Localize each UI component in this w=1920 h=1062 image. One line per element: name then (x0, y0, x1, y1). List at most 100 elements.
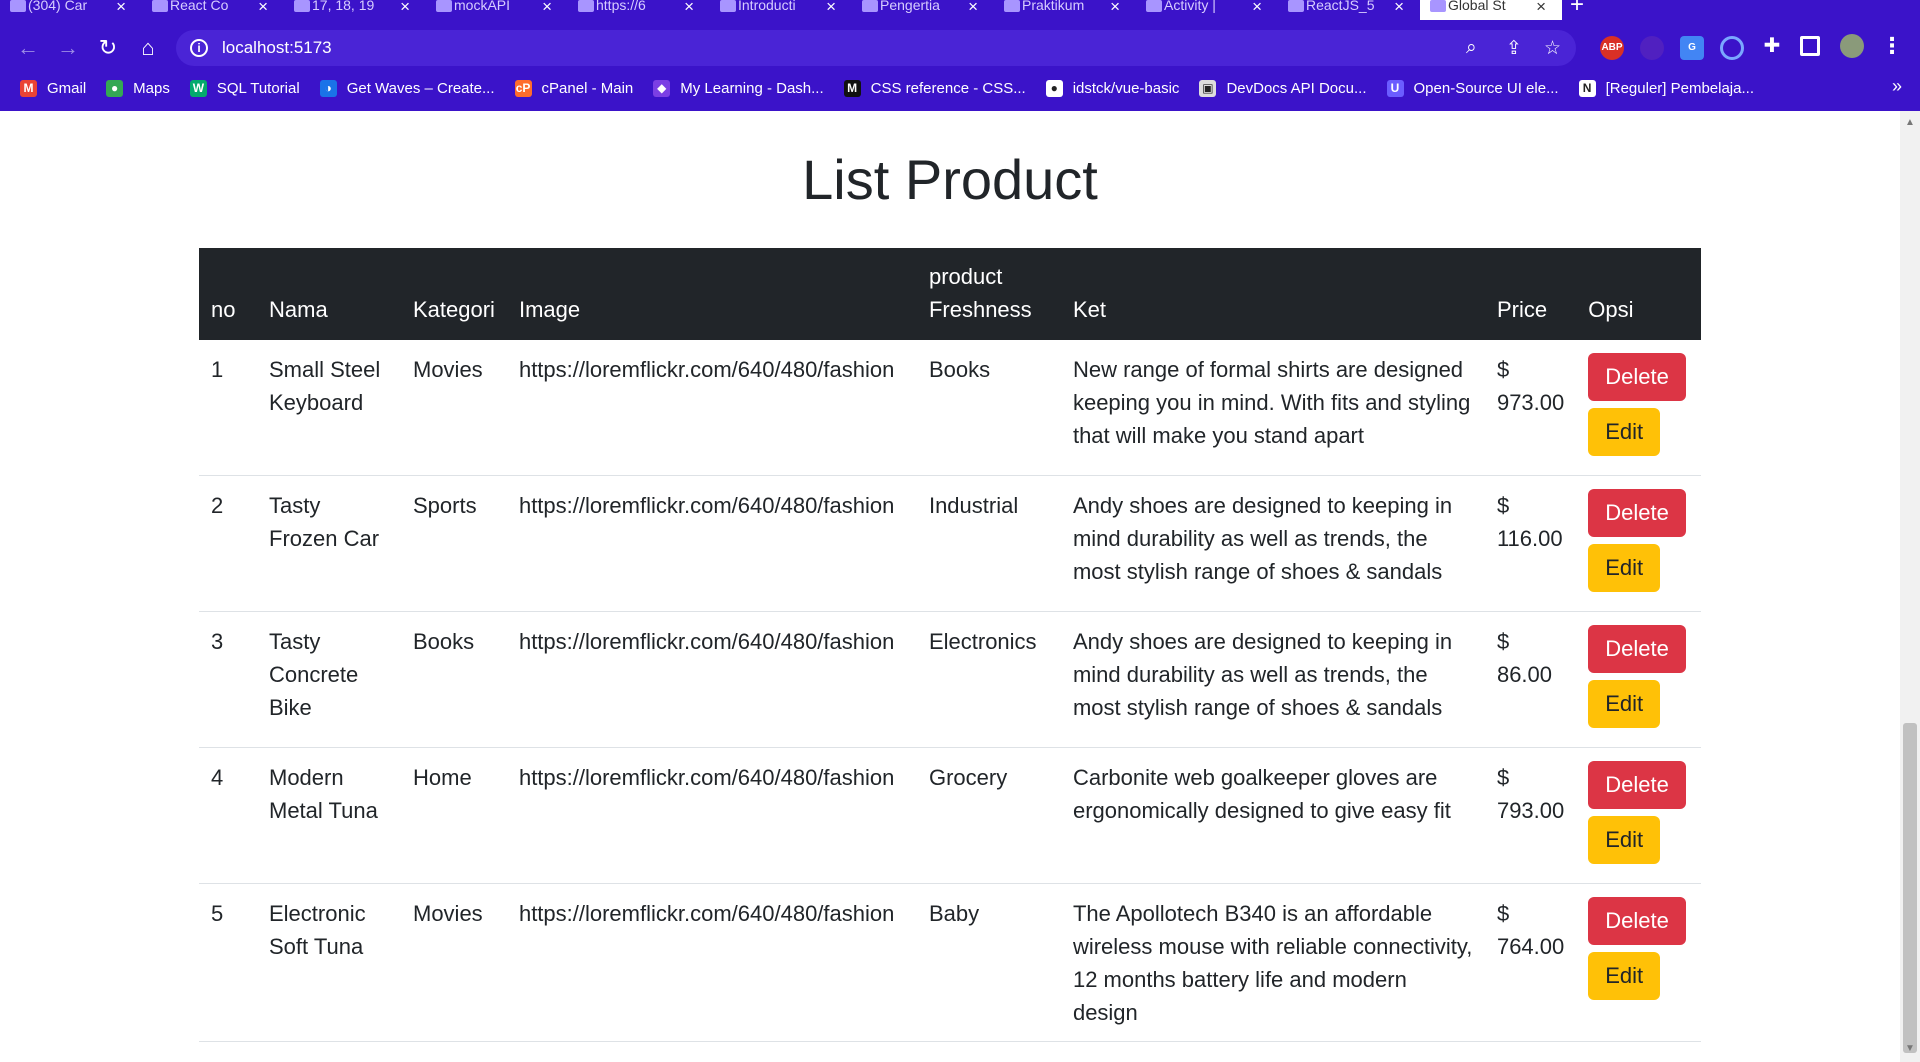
cell-kategori: Movies (401, 340, 507, 476)
browser-tab[interactable]: Introducti × (710, 0, 852, 20)
tab-close-icon[interactable]: × (1252, 0, 1262, 17)
address-bar[interactable]: i localhost:5173 ⌕ ⇪ ☆ (176, 30, 1576, 66)
tab-favicon-icon (294, 0, 310, 12)
browser-tab[interactable]: ReactJS_5 × (1278, 0, 1420, 20)
bookmark-label: idstck/vue-basic (1072, 79, 1180, 97)
tab-close-icon[interactable]: × (258, 0, 268, 17)
cell-ket: Carbonite web goalkeeper gloves are ergo… (1060, 747, 1485, 884)
scrollbar-thumb[interactable] (1903, 723, 1917, 1053)
cell-kategori: Books (401, 611, 507, 748)
delete-button[interactable]: Delete (1588, 761, 1686, 809)
sidepanel-icon[interactable] (1800, 36, 1820, 56)
delete-button[interactable]: Delete (1588, 897, 1686, 945)
header-image: Image (506, 248, 917, 340)
tab-close-icon[interactable]: × (968, 0, 978, 17)
delete-button[interactable]: Delete (1588, 353, 1686, 401)
extension-dark-icon[interactable] (1640, 36, 1664, 60)
tab-close-icon[interactable]: × (116, 0, 126, 17)
tab-close-icon[interactable]: × (542, 0, 552, 17)
bookmark-label: [Reguler] Pembelaja... (1605, 79, 1754, 97)
translate-icon[interactable]: G (1680, 36, 1704, 60)
edit-button[interactable]: Edit (1588, 408, 1661, 456)
browser-tab[interactable]: Pengertia × (852, 0, 994, 20)
browser-tab[interactable]: Global St × (1420, 0, 1562, 20)
bookmark-item[interactable]: U Open-Source UI ele... (1386, 79, 1559, 97)
bookmark-item[interactable]: cP cPanel - Main (514, 79, 633, 97)
bookmark-star-icon[interactable]: ☆ (1544, 37, 1561, 60)
share-icon[interactable]: ⇪ (1506, 37, 1522, 60)
bookmark-favicon-icon: M (843, 79, 861, 97)
cell-opsi: Delete Edit (1576, 340, 1701, 476)
cell-ket: The Apollotech B340 is an affordable wir… (1060, 883, 1485, 1042)
bookmark-label: Get Waves – Create... (346, 79, 495, 97)
bookmark-favicon-icon: U (1386, 79, 1404, 97)
cell-no: 2 (199, 475, 257, 612)
browser-tab[interactable]: Praktikum × (994, 0, 1136, 20)
bookmark-item[interactable]: N [Reguler] Pembelaja... (1578, 79, 1754, 97)
tab-favicon-icon (152, 0, 168, 12)
bookmarks-bar: M Gmail ● Maps W SQL Tutorial ◑ Get Waves – Cre… (0, 74, 1920, 102)
tab-close-icon[interactable]: × (1536, 0, 1546, 17)
delete-button[interactable]: Delete (1588, 489, 1686, 537)
bookmark-item[interactable]: ◑ Get Waves – Create... (319, 79, 495, 97)
scroll-up-icon[interactable]: ▲ (1905, 117, 1915, 128)
bookmark-label: Open-Source UI ele... (1413, 79, 1559, 97)
browser-tab[interactable]: mockAPI × (426, 0, 568, 20)
tab-close-icon[interactable]: × (1110, 0, 1120, 17)
menu-kebab-icon[interactable]: ⋮ (1880, 34, 1904, 58)
bookmark-favicon-icon: ◑ (319, 79, 337, 97)
tab-favicon-icon (1004, 0, 1020, 12)
cell-price: $ 973.00 (1484, 340, 1577, 476)
back-icon[interactable]: ← (14, 34, 42, 62)
vertical-scrollbar[interactable]: ▲ ▼ (1900, 111, 1920, 1062)
page-content: List Product no Nama Kategori Image prod… (0, 111, 1900, 1062)
browser-tab[interactable]: Activity | × (1136, 0, 1278, 20)
bookmarks-overflow-icon[interactable]: » (1892, 76, 1902, 97)
edit-button[interactable]: Edit (1588, 816, 1661, 864)
bookmark-item[interactable]: M Gmail (20, 79, 86, 97)
bookmark-item[interactable]: ◆ My Learning - Dash... (653, 79, 824, 97)
tab-close-icon[interactable]: × (400, 0, 410, 17)
edit-button[interactable]: Edit (1588, 680, 1661, 728)
forward-icon[interactable]: → (54, 34, 82, 62)
extension-ring-icon[interactable] (1720, 36, 1744, 60)
header-kategori: Kategori (401, 248, 507, 340)
browser-tab[interactable]: React Co × (142, 0, 284, 20)
edit-button[interactable]: Edit (1588, 952, 1661, 1000)
edit-button[interactable]: Edit (1588, 544, 1661, 592)
tab-title: Praktikum (1022, 0, 1085, 13)
cell-kategori: Home (401, 747, 507, 884)
cell-no: 1 (199, 340, 257, 476)
reload-icon[interactable]: ↻ (94, 34, 122, 62)
bookmark-item[interactable]: ● Maps (106, 79, 170, 97)
puzzle-icon[interactable]: ✚ (1760, 34, 1784, 58)
tab-close-icon[interactable]: × (1394, 0, 1404, 17)
cell-price: $ 86.00 (1484, 611, 1577, 748)
adblock-icon[interactable]: ABP (1600, 36, 1624, 60)
cell-opsi: Delete Edit (1576, 747, 1701, 884)
zoom-icon[interactable]: ⌕ (1466, 37, 1477, 59)
browser-tab[interactable]: 17, 18, 19 × (284, 0, 426, 20)
cell-ket: Andy shoes are designed to keeping in mi… (1060, 475, 1485, 612)
delete-button[interactable]: Delete (1588, 625, 1686, 673)
bookmark-item[interactable]: ● idstck/vue-basic (1045, 79, 1180, 97)
tab-close-icon[interactable]: × (826, 0, 836, 17)
bookmark-item[interactable]: M CSS reference - CSS... (843, 79, 1026, 97)
browser-tab[interactable]: https://6 × (568, 0, 710, 20)
tab-close-icon[interactable]: × (684, 0, 694, 17)
new-tab-icon[interactable]: + (1562, 0, 1592, 20)
browser-tab[interactable]: (304) Car × (0, 0, 142, 20)
site-info-icon[interactable]: i (190, 39, 208, 57)
avatar[interactable] (1840, 34, 1864, 58)
address-url[interactable]: localhost:5173 (222, 38, 332, 58)
home-icon[interactable]: ⌂ (134, 34, 162, 62)
cell-image-url: https://loremflickr.com/640/480/fashion (506, 340, 917, 476)
cell-price: $ 116.00 (1484, 475, 1577, 612)
tab-title: mockAPI (454, 0, 511, 13)
tab-favicon-icon (1146, 0, 1162, 12)
bookmark-item[interactable]: ▣ DevDocs API Docu... (1199, 79, 1367, 97)
scroll-down-icon[interactable]: ▼ (1905, 1043, 1915, 1054)
tab-favicon-icon (720, 0, 736, 12)
bookmark-item[interactable]: W SQL Tutorial (189, 79, 300, 97)
cell-image-url: https://loremflickr.com/640/480/fashion (506, 611, 917, 748)
